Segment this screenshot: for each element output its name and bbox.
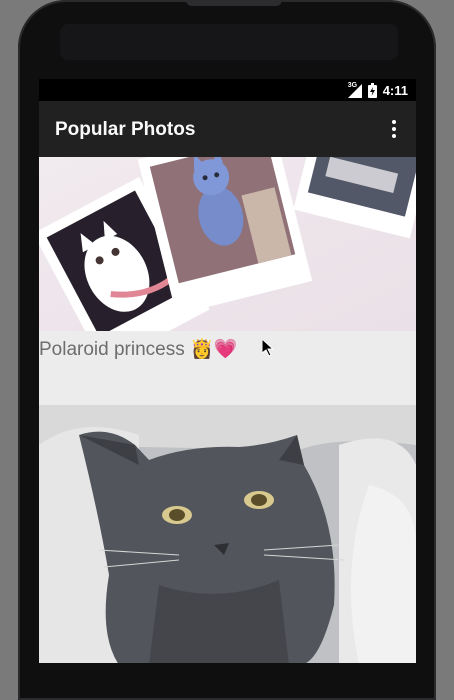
battery-icon: [367, 83, 377, 98]
photo-image[interactable]: [39, 405, 416, 663]
status-time: 4:11: [382, 83, 408, 98]
status-bar: 3G 4:11: [39, 79, 416, 101]
caption-area: Polaroid princess 👸💗: [39, 331, 416, 405]
photo-card[interactable]: [39, 405, 416, 663]
app-title: Popular Photos: [55, 119, 196, 140]
photo-caption: Polaroid princess 👸💗: [39, 339, 238, 360]
photo-card[interactable]: Polaroid princess 👸💗: [39, 157, 416, 405]
photo-image[interactable]: [39, 157, 416, 331]
status-icons: 3G 4:11: [347, 81, 408, 98]
network-type-label: 3G: [347, 81, 358, 89]
speaker-grill: [60, 24, 398, 60]
screen: 3G 4:11 Popular Photos Polaroid princess…: [39, 79, 416, 663]
app-bar: Popular Photos: [39, 101, 416, 157]
mouse-cursor: [262, 339, 274, 357]
phone-top-edge: [186, 0, 282, 6]
signal-icon: 3G: [347, 81, 362, 98]
overflow-menu-icon[interactable]: [382, 117, 406, 141]
photo-feed[interactable]: Polaroid princess 👸💗: [39, 157, 416, 663]
